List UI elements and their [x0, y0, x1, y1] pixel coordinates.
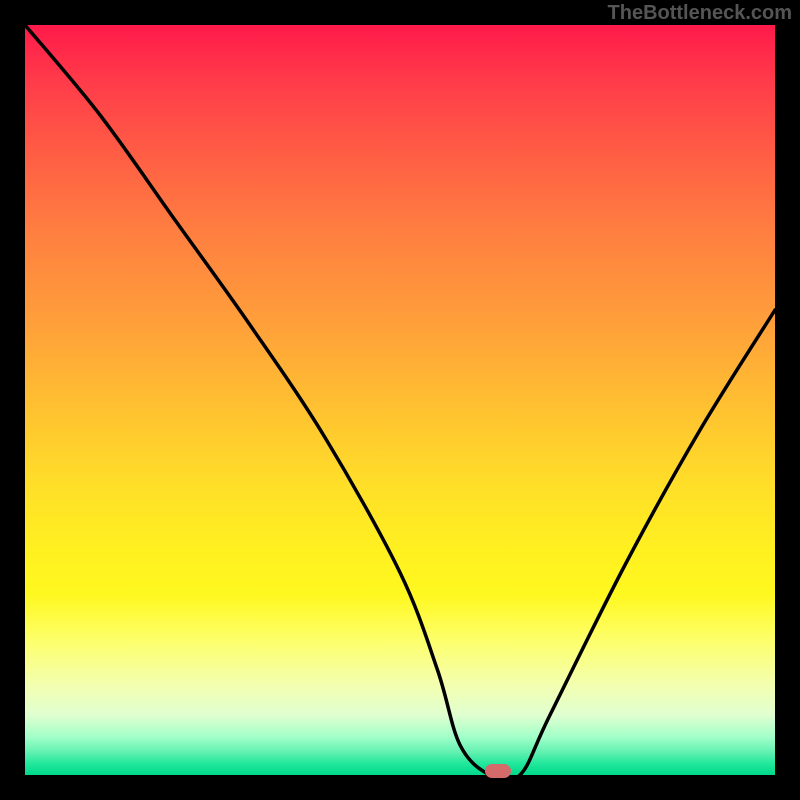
plot-area: [25, 25, 775, 775]
chart-frame: TheBottleneck.com: [0, 0, 800, 800]
optimal-marker: [485, 764, 511, 778]
attribution-label: TheBottleneck.com: [608, 2, 792, 25]
curve-layer: [25, 25, 775, 775]
bottleneck-curve: [25, 25, 775, 775]
